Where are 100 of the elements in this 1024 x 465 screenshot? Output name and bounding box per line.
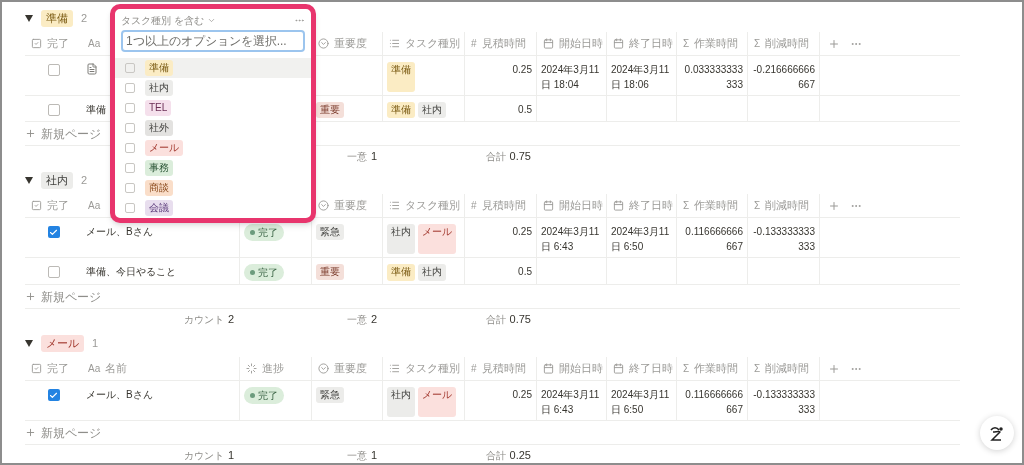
page-title[interactable]: 準備、今日やること xyxy=(86,264,176,279)
column-header[interactable]: 完了 xyxy=(47,197,69,214)
column-header[interactable]: 作業時間 xyxy=(694,197,739,214)
calendar-icon xyxy=(613,363,624,374)
column-header[interactable]: 作業時間 xyxy=(694,360,739,377)
tag: 準備 xyxy=(145,60,173,76)
dropdown-icon xyxy=(318,38,329,49)
option-item[interactable]: メール xyxy=(115,138,311,158)
column-header[interactable]: 作業時間 xyxy=(694,35,739,52)
column-header[interactable]: 開始日時 xyxy=(559,360,603,377)
plus-icon[interactable] xyxy=(25,427,36,438)
aggregate-label: 合計 xyxy=(485,448,506,463)
column-header[interactable]: 進捗 xyxy=(262,360,284,377)
calendar-icon xyxy=(543,38,554,49)
option-item[interactable]: 社内 xyxy=(115,78,311,98)
checkbox[interactable] xyxy=(47,389,60,401)
option-item[interactable]: 社外 xyxy=(115,118,311,138)
page-title[interactable]: 準備 xyxy=(86,102,106,117)
aggregate-label: 合計 xyxy=(485,149,506,164)
checkbox[interactable] xyxy=(47,64,60,76)
column-header[interactable]: 終了日時 xyxy=(629,360,673,377)
tag: 準備 xyxy=(387,62,415,92)
date-value: 2024年3月11日 6:50 xyxy=(611,225,671,254)
checkbox-icon xyxy=(31,363,42,374)
page-title[interactable]: メール、Bさん xyxy=(86,224,153,239)
tag: 緊急 xyxy=(316,224,344,240)
calendar-icon xyxy=(613,200,624,211)
plus-icon[interactable] xyxy=(25,128,36,139)
column-header[interactable]: 重要度 xyxy=(334,35,367,52)
column-header[interactable]: 見積時間 xyxy=(481,35,526,52)
checkbox[interactable] xyxy=(47,226,60,238)
add-column-icon[interactable] xyxy=(828,362,840,375)
list-icon xyxy=(389,363,400,374)
checkbox-icon xyxy=(31,200,42,211)
column-header[interactable]: タスク種別 xyxy=(405,360,460,377)
tag: 会議 xyxy=(145,200,173,216)
column-header[interactable]: 完了 xyxy=(47,35,69,52)
column-header[interactable]: 完了 xyxy=(47,360,69,377)
column-header[interactable]: 開始日時 xyxy=(559,197,603,214)
page-title[interactable]: メール、Bさん xyxy=(86,387,153,402)
column-header[interactable]: 開始日時 xyxy=(559,35,603,52)
number-value: 0.033333333333 xyxy=(683,63,743,92)
option-item[interactable]: 商談 xyxy=(115,178,311,198)
add-column-icon[interactable] xyxy=(828,199,840,212)
collapse-triangle-icon[interactable] xyxy=(25,14,33,22)
aggregate-label: 一意 xyxy=(346,448,367,463)
option-checkbox[interactable] xyxy=(125,203,135,213)
option-checkbox[interactable] xyxy=(125,103,135,113)
column-header[interactable]: 見積時間 xyxy=(481,360,526,377)
checkbox[interactable] xyxy=(47,104,60,116)
plus-icon[interactable] xyxy=(25,291,36,302)
option-checkbox[interactable] xyxy=(125,163,135,173)
number-value: -0.133333333333 xyxy=(752,388,815,417)
property-type-glyph: # xyxy=(471,362,477,376)
new-page-link[interactable]: 新規ページ xyxy=(41,423,101,442)
tag: 社内 xyxy=(418,102,446,118)
collapse-triangle-icon[interactable] xyxy=(25,339,33,347)
option-checkbox[interactable] xyxy=(125,183,135,193)
option-item[interactable]: 会議 xyxy=(115,198,311,218)
tag: TEL xyxy=(145,100,172,116)
option-checkbox[interactable] xyxy=(125,123,135,133)
column-header[interactable]: 重要度 xyxy=(334,360,367,377)
tag: メール xyxy=(418,387,456,417)
column-header[interactable]: 削減時間 xyxy=(765,197,810,214)
checkbox[interactable] xyxy=(47,266,60,278)
column-header[interactable]: 重要度 xyxy=(334,197,367,214)
column-header[interactable]: 削減時間 xyxy=(765,360,810,377)
tag: メール xyxy=(418,224,456,254)
option-item[interactable]: 事務 xyxy=(115,158,311,178)
filter-operator[interactable]: を含む xyxy=(174,12,204,28)
option-search-field[interactable]: 1つ以上のオプションを選択... xyxy=(121,30,305,52)
add-column-icon[interactable] xyxy=(828,37,840,50)
tag: 重要 xyxy=(316,264,344,280)
number-value: 0.116666666667 xyxy=(684,388,743,417)
property-type-glyph: Σ xyxy=(683,362,690,376)
option-checkbox[interactable] xyxy=(125,83,135,93)
column-header[interactable]: 終了日時 xyxy=(629,197,673,214)
option-item[interactable]: 準備 xyxy=(115,58,311,78)
tag: 社内 xyxy=(387,387,415,417)
aggregate-value: 0.25 xyxy=(509,447,531,463)
date-value: 2024年3月11日 6:43 xyxy=(541,225,601,254)
number-value: 0.25 xyxy=(512,225,532,239)
new-page-link[interactable]: 新規ページ xyxy=(41,124,101,143)
option-item[interactable]: TEL xyxy=(115,98,311,118)
option-checkbox[interactable] xyxy=(125,143,135,153)
column-header[interactable]: 見積時間 xyxy=(481,197,526,214)
new-page-link[interactable]: 新規ページ xyxy=(41,287,101,306)
collapse-triangle-icon[interactable] xyxy=(25,176,33,184)
column-header[interactable]: タスク種別 xyxy=(405,197,460,214)
aggregate-label: 合計 xyxy=(485,312,506,327)
option-checkbox[interactable] xyxy=(125,63,135,73)
group-count: 2 xyxy=(81,172,88,188)
spinner-icon xyxy=(246,363,257,374)
column-header[interactable]: 名前 xyxy=(105,360,128,377)
column-header[interactable]: 削減時間 xyxy=(765,35,810,52)
column-header[interactable]: 終了日時 xyxy=(629,35,673,52)
column-header[interactable]: タスク種別 xyxy=(405,35,460,52)
date-value: 2024年3月11日 6:43 xyxy=(541,388,601,417)
assistant-button[interactable] xyxy=(980,416,1014,450)
tag: 事務 xyxy=(145,160,173,176)
